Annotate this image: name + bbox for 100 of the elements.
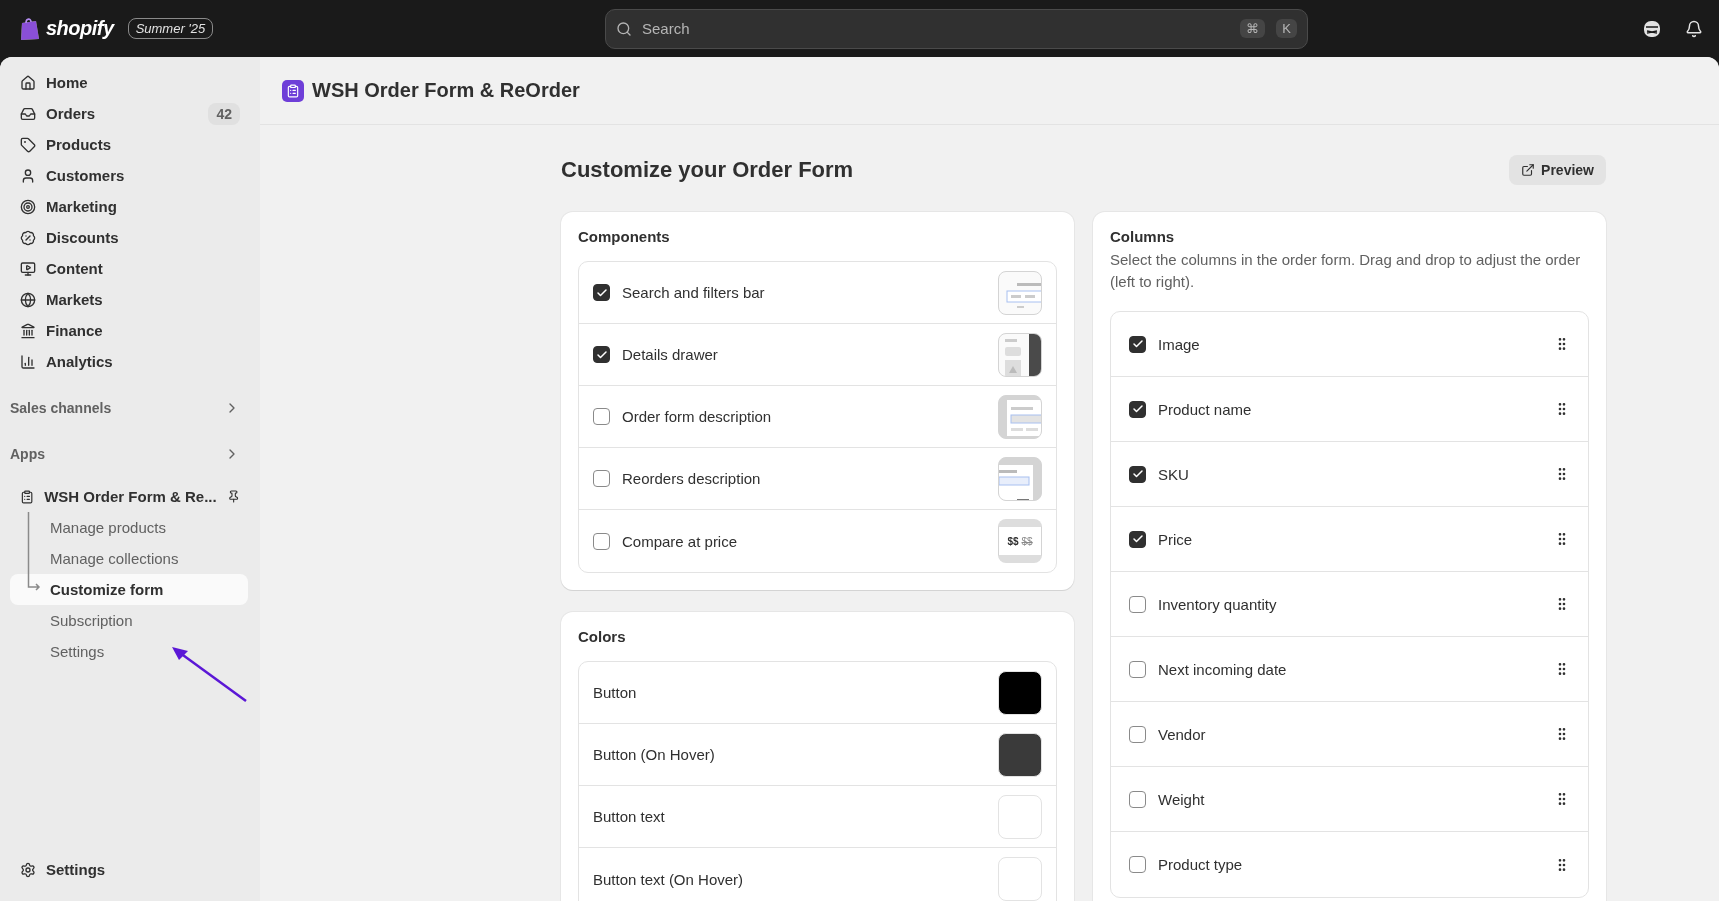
checkmark-icon xyxy=(1131,338,1144,350)
nav-item[interactable]: Customers xyxy=(10,160,248,191)
app-subnav-item[interactable]: Manage products xyxy=(10,512,248,543)
nav-item[interactable]: Home xyxy=(10,67,248,98)
drawer-preview-drawing xyxy=(998,332,1042,377)
checkbox[interactable] xyxy=(1129,725,1146,743)
shortcut-key: ⌘ xyxy=(1240,19,1266,38)
card-title: Colors xyxy=(578,628,627,645)
app-title: WSH Order Form & ReOrder xyxy=(312,79,580,102)
column-label: Product type xyxy=(1158,856,1243,873)
section-header[interactable]: Sales channels xyxy=(10,393,248,423)
color-swatch[interactable] xyxy=(998,857,1042,901)
search-bar-preview-drawing xyxy=(998,270,1042,315)
card-title: Columns xyxy=(1110,228,1176,245)
column-label: Vendor xyxy=(1158,725,1206,743)
percent-badge-icon xyxy=(20,229,36,246)
checkbox[interactable] xyxy=(1129,790,1146,808)
target-icon xyxy=(20,198,36,215)
nav-item[interactable]: Orders 42 xyxy=(10,98,248,129)
column-label: Inventory quantity xyxy=(1158,595,1277,613)
pin-icon[interactable] xyxy=(226,489,240,504)
checkmark-icon xyxy=(1131,403,1144,415)
color-label: Button text xyxy=(593,808,665,825)
color-label: Button (On Hover) xyxy=(593,746,715,763)
app-subnav-item[interactable]: Customize form xyxy=(10,574,248,605)
checkbox[interactable] xyxy=(593,470,610,487)
card-description: Select the columns in the order form. Drag and drop to adjust the order (left to right). xyxy=(1110,250,1582,292)
monitor-icon xyxy=(20,260,36,277)
card-title: Components xyxy=(578,228,671,245)
column-label: Next incoming date xyxy=(1158,660,1287,678)
section-title: Sales channels xyxy=(10,400,112,416)
nav-item[interactable]: Discounts xyxy=(10,222,248,253)
home-icon xyxy=(20,74,36,91)
compare-price-text: $$ xyxy=(1021,535,1033,547)
brand-name: shopify xyxy=(46,17,114,40)
shopping-bag-logo-icon xyxy=(20,16,40,41)
nav-item[interactable]: Products xyxy=(10,129,248,160)
nav-item[interactable]: Marketing xyxy=(10,191,248,222)
mascot-icon[interactable] xyxy=(1643,19,1661,38)
app-icon xyxy=(20,488,35,505)
checkbox[interactable] xyxy=(1129,856,1146,873)
shortcut-key: K xyxy=(1276,19,1297,38)
price-text: $$ xyxy=(1007,535,1019,547)
description-preview-drawing xyxy=(998,394,1042,439)
color-label: Button text (On Hover) xyxy=(593,870,744,888)
checkbox[interactable] xyxy=(593,532,610,550)
color-swatch[interactable] xyxy=(998,794,1042,839)
option-label: Reorders description xyxy=(622,470,761,487)
preview-button[interactable]: Preview xyxy=(1509,155,1606,185)
app-subnav-item[interactable]: Manage collections xyxy=(10,543,248,574)
checkbox[interactable] xyxy=(1129,595,1146,613)
checkbox[interactable] xyxy=(593,408,610,425)
color-swatch[interactable] xyxy=(998,732,1042,777)
nav-item[interactable]: Content xyxy=(10,253,248,284)
checkmark-icon xyxy=(1131,468,1144,480)
search-icon xyxy=(616,20,632,37)
app-subnav-item[interactable]: Subscription xyxy=(10,605,248,636)
column-label: Product name xyxy=(1158,400,1252,418)
app-icon xyxy=(282,79,304,102)
checkmark-icon xyxy=(1131,533,1144,545)
count-badge: 42 xyxy=(208,102,240,125)
external-link-icon xyxy=(1521,163,1536,177)
page-heading: Customize your Order Form xyxy=(561,157,854,183)
checkmark-icon xyxy=(595,348,608,361)
column-label: SKU xyxy=(1158,465,1189,483)
reorders-preview-drawing xyxy=(998,456,1042,501)
column-label: Price xyxy=(1158,530,1193,548)
nav-item[interactable]: Analytics xyxy=(10,346,248,377)
section-header[interactable]: Apps xyxy=(10,439,248,469)
option-label: Order form description xyxy=(622,408,772,425)
checkbox[interactable] xyxy=(593,346,610,363)
settings-nav-item[interactable]: Settings xyxy=(10,854,248,885)
checkbox[interactable] xyxy=(593,284,610,301)
nav-item[interactable]: Markets xyxy=(10,284,248,315)
globe-icon xyxy=(20,291,36,308)
checkbox[interactable] xyxy=(1129,335,1146,353)
person-icon xyxy=(20,167,36,184)
inbox-icon xyxy=(20,105,36,122)
bar-chart-icon xyxy=(20,353,36,370)
tag-icon xyxy=(20,136,36,153)
color-swatch[interactable] xyxy=(998,670,1042,715)
column-label: Image xyxy=(1158,335,1200,353)
app-subnav-item[interactable]: Settings xyxy=(10,636,248,667)
bank-icon xyxy=(20,322,36,339)
color-label: Button xyxy=(593,684,637,701)
column-label: Weight xyxy=(1158,790,1205,808)
checkbox[interactable] xyxy=(1129,400,1146,418)
notifications-bell-icon[interactable] xyxy=(1685,19,1703,38)
nav-item[interactable]: Finance xyxy=(10,315,248,346)
app-nav-item[interactable]: WSH Order Form & Re... xyxy=(10,481,248,512)
checkmark-icon xyxy=(595,286,608,299)
search-field[interactable]: Search ⌘ K xyxy=(605,8,1308,49)
checkbox[interactable] xyxy=(1129,660,1146,678)
checkbox[interactable] xyxy=(1129,530,1146,548)
option-label: Compare at price xyxy=(622,532,738,550)
search-input[interactable]: Search xyxy=(640,19,1230,38)
checkbox[interactable] xyxy=(1129,465,1146,483)
option-label: Details drawer xyxy=(622,346,718,363)
edition-badge: Summer '25 xyxy=(127,18,214,39)
option-label: Search and filters bar xyxy=(622,284,765,301)
